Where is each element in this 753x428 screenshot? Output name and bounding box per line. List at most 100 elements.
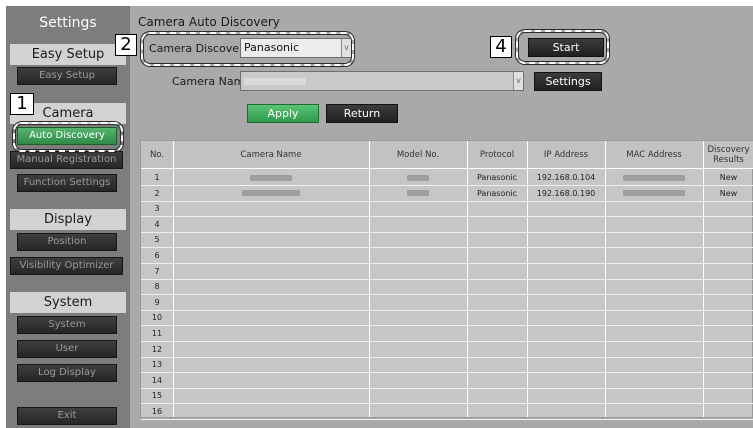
- cell-no: 6: [154, 251, 160, 260]
- cell-mac-address: [605, 170, 703, 185]
- table-row[interactable]: 16: [141, 404, 753, 420]
- cell-model-no: [369, 342, 467, 357]
- table-row[interactable]: 9: [141, 295, 753, 311]
- cell-discovery-result: [703, 217, 753, 232]
- cell-model-no: [369, 279, 467, 294]
- cell-protocol: [467, 388, 527, 403]
- cell-discovery-result: [703, 388, 753, 403]
- table-row[interactable]: 7: [141, 264, 753, 280]
- cell-model-no: [369, 264, 467, 279]
- cell-protocol: Panasonic: [476, 188, 518, 198]
- cell-ip-address: [527, 373, 605, 388]
- exit-button[interactable]: Exit: [17, 407, 117, 425]
- cell-camera-name: [173, 295, 369, 310]
- cell-model-no: [369, 357, 467, 372]
- cell-protocol: [467, 373, 527, 388]
- cell-camera-name: [173, 279, 369, 294]
- camera-name-redacted: [244, 77, 306, 85]
- cell-model-no: [369, 295, 467, 310]
- cell-camera-name: [173, 248, 369, 263]
- cell-mac-address: [605, 186, 703, 201]
- cell-discovery-result: [703, 326, 753, 341]
- cell-mac-address: [605, 264, 703, 279]
- return-button[interactable]: Return: [326, 104, 398, 123]
- cell-ip-address: [527, 264, 605, 279]
- table-row[interactable]: 8: [141, 279, 753, 296]
- camera-name-select[interactable]: v: [240, 71, 524, 91]
- model-no-redacted: [407, 190, 429, 197]
- cell-protocol: [467, 232, 527, 247]
- system-button[interactable]: System: [17, 316, 117, 334]
- cell-ip-address: [527, 248, 605, 263]
- header-discovery-line1: Discovery: [707, 145, 750, 155]
- chevron-down-icon: v: [513, 72, 523, 90]
- cell-ip-address: [527, 201, 605, 216]
- table-row[interactable]: 5: [141, 232, 753, 249]
- user-button[interactable]: User: [17, 340, 117, 358]
- table-row[interactable]: 3: [141, 201, 753, 218]
- model-no-redacted: [407, 174, 429, 181]
- header-mac-address: MAC Address: [626, 150, 682, 160]
- cell-mac-address: [605, 404, 703, 419]
- header-discovery-line2: Results: [713, 155, 744, 165]
- table-row[interactable]: 1 Panasonic 192.168.0.104 New: [141, 170, 753, 186]
- cell-protocol: [467, 310, 527, 325]
- table-row[interactable]: 15: [141, 388, 753, 405]
- cell-protocol: [467, 279, 527, 294]
- callout-number-2: 2: [115, 34, 137, 56]
- table-row[interactable]: 10: [141, 310, 753, 327]
- cell-no: 5: [154, 235, 160, 245]
- cell-mac-address: [605, 201, 703, 216]
- cell-model-no: [369, 248, 467, 263]
- log-display-button[interactable]: Log Display: [17, 364, 117, 382]
- easy-setup-button[interactable]: Easy Setup: [17, 67, 117, 85]
- cell-model-no: [369, 326, 467, 341]
- table-row[interactable]: 4: [141, 217, 753, 233]
- page-title: Camera Auto Discovery: [138, 15, 280, 29]
- cell-discovery-result: [703, 295, 753, 310]
- table-header: No. Camera Name Model No. Protocol IP Ad…: [141, 141, 753, 169]
- cell-model-no: [369, 373, 467, 388]
- cell-model-no: [369, 404, 467, 419]
- cell-no: 2: [154, 188, 160, 198]
- cell-mac-address: [605, 295, 703, 310]
- settings-button[interactable]: Settings: [534, 72, 602, 91]
- apply-button[interactable]: Apply: [247, 104, 319, 123]
- cell-mac-address: [605, 217, 703, 232]
- table-row[interactable]: 13: [141, 357, 753, 374]
- sidebar-title: Settings: [39, 15, 97, 31]
- main-panel: Camera Auto Discovery Camera Discovery P…: [130, 6, 753, 428]
- cell-no: 7: [154, 266, 160, 276]
- table-row[interactable]: 14: [141, 373, 753, 389]
- cell-protocol: Panasonic: [476, 173, 518, 182]
- section-system: System: [10, 292, 126, 313]
- cell-model-no: [369, 186, 467, 201]
- cell-mac-address: [605, 373, 703, 388]
- cell-discovery-result: [703, 342, 753, 357]
- cell-ip-address: [527, 295, 605, 310]
- table-row[interactable]: 12: [141, 342, 753, 358]
- cell-model-no: [369, 170, 467, 185]
- table-row[interactable]: 11: [141, 326, 753, 342]
- cell-protocol: [467, 248, 527, 263]
- table-row[interactable]: 6: [141, 248, 753, 264]
- cell-no: 4: [154, 219, 160, 229]
- cell-no: 13: [151, 360, 163, 370]
- cell-no: 16: [151, 407, 163, 416]
- function-settings-button[interactable]: Function Settings: [17, 174, 117, 192]
- cell-model-no: [369, 232, 467, 247]
- cell-protocol: [467, 404, 527, 419]
- cell-discovery-result: [703, 373, 753, 388]
- cell-protocol: [467, 201, 527, 216]
- manual-registration-button[interactable]: Manual Registration: [10, 151, 123, 169]
- sidebar: Settings Easy Setup Easy Setup Camera Au…: [6, 6, 130, 428]
- cell-no: 1: [154, 173, 160, 182]
- visibility-optimizer-button[interactable]: Visibility Optimizer: [10, 257, 123, 275]
- table-row[interactable]: 2 Panasonic 192.168.0.190 New: [141, 186, 753, 202]
- header-discovery-results: Discovery Results: [703, 141, 753, 169]
- cell-no: 9: [154, 297, 160, 307]
- cell-model-no: [369, 217, 467, 232]
- cell-camera-name: [173, 201, 369, 216]
- cell-discovery-result: [703, 310, 753, 325]
- position-button[interactable]: Position: [17, 233, 117, 251]
